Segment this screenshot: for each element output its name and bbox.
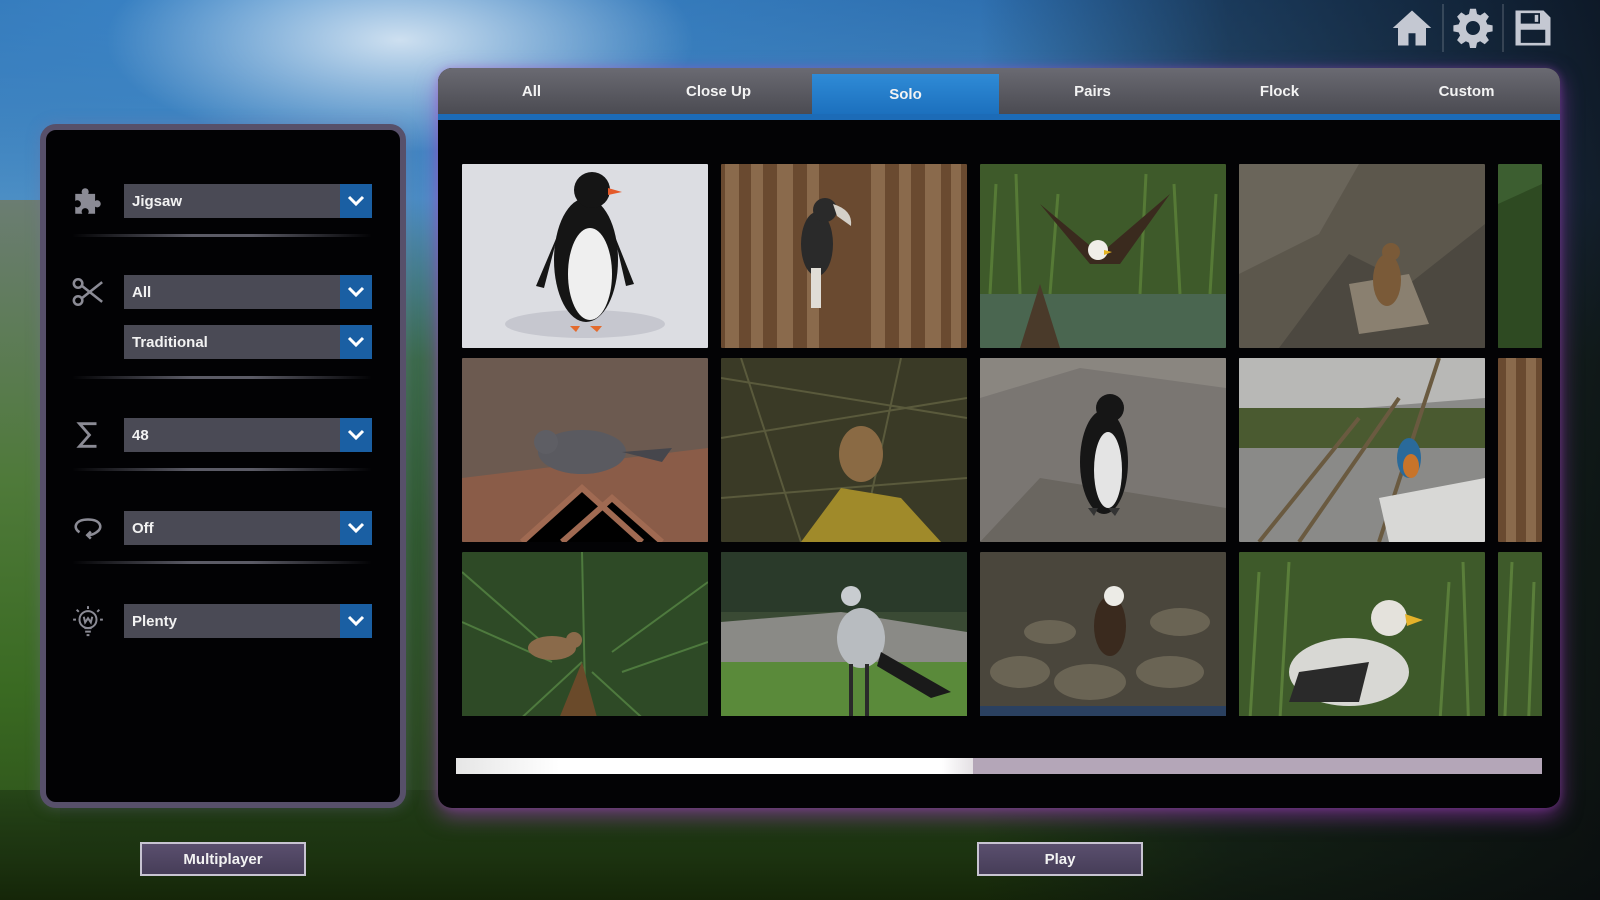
hints-row: Plenty xyxy=(68,604,372,638)
puzzle-grid xyxy=(462,164,1550,716)
tab-solo[interactable]: Solo xyxy=(812,74,999,114)
puzzle-thumbnail-pigeon-on-rock[interactable] xyxy=(462,358,708,542)
puzzle-thumbnail-partial[interactable] xyxy=(1498,164,1542,348)
home-icon xyxy=(1392,10,1432,46)
puzzle-thumbnail-owl-in-branches[interactable] xyxy=(721,358,967,542)
chevron-down-icon xyxy=(340,325,372,359)
multiplayer-button[interactable]: Multiplayer xyxy=(140,842,306,876)
options-panel: Jigsaw All Traditional 48 Off Plenty xyxy=(40,124,406,808)
puzzle-thumbnail-eagle-in-grass[interactable] xyxy=(980,164,1226,348)
tab-pairs[interactable]: Pairs xyxy=(999,68,1186,114)
chevron-down-icon xyxy=(340,418,372,452)
cut-shape-row: Traditional xyxy=(68,325,372,359)
dropdown-value: Jigsaw xyxy=(132,192,183,210)
divider xyxy=(72,561,372,564)
save-button[interactable] xyxy=(1502,4,1562,52)
rotate-icon xyxy=(68,511,108,545)
puzzle-type-dropdown[interactable]: Jigsaw xyxy=(124,184,372,218)
tab-close-up[interactable]: Close Up xyxy=(625,68,812,114)
category-tabs: All Close Up Solo Pairs Flock Custom xyxy=(438,68,1560,120)
chevron-down-icon xyxy=(340,184,372,218)
puzzle-piece-icon xyxy=(68,184,108,218)
scissors-icon xyxy=(68,275,108,309)
top-toolbar xyxy=(1382,4,1562,52)
tab-custom[interactable]: Custom xyxy=(1373,68,1560,114)
divider xyxy=(72,376,372,379)
puzzle-thumbnail-partial[interactable] xyxy=(1498,358,1542,542)
chevron-down-icon xyxy=(340,275,372,309)
puzzle-thumbnail-eagle-on-rocks[interactable] xyxy=(980,552,1226,716)
save-icon xyxy=(1515,10,1551,46)
settings-button[interactable] xyxy=(1442,4,1502,52)
dropdown-value: 48 xyxy=(132,426,149,444)
lightbulb-icon xyxy=(68,604,108,638)
sigma-icon xyxy=(68,418,108,452)
puzzle-thumbnail-vulture-in-grass[interactable] xyxy=(1239,552,1485,716)
dropdown-value: All xyxy=(132,283,152,301)
puzzle-thumbnail-secretary-bird-on-grass[interactable] xyxy=(721,552,967,716)
chevron-down-icon xyxy=(340,604,372,638)
puzzle-thumbnail-hawk-on-rock[interactable] xyxy=(1239,164,1485,348)
home-button[interactable] xyxy=(1382,4,1442,52)
puzzle-thumbnail-penguin-on-snow[interactable] xyxy=(462,164,708,348)
divider xyxy=(72,234,372,237)
puzzle-scrollbar[interactable] xyxy=(456,758,1542,774)
puzzle-thumbnail-hornbill-on-wood[interactable] xyxy=(721,164,967,348)
puzzle-thumbnail-penguin-on-rock[interactable] xyxy=(980,358,1226,542)
puzzle-thumbnail-partial[interactable] xyxy=(1498,552,1542,716)
puzzle-browser: All Close Up Solo Pairs Flock Custom xyxy=(438,68,1560,808)
cut-shape-dropdown[interactable]: Traditional xyxy=(124,325,372,359)
dropdown-value: Plenty xyxy=(132,612,178,630)
tab-all[interactable]: All xyxy=(438,68,625,114)
puzzle-thumbnail-wren-in-pine[interactable] xyxy=(462,552,708,716)
dropdown-value: Off xyxy=(132,519,154,537)
dropdown-value: Traditional xyxy=(132,333,208,351)
rotation-row: Off xyxy=(68,511,372,545)
play-button[interactable]: Play xyxy=(977,842,1143,876)
rotation-dropdown[interactable]: Off xyxy=(124,511,372,545)
hints-dropdown[interactable]: Plenty xyxy=(124,604,372,638)
gear-icon xyxy=(1453,8,1493,48)
cut-style-row: All xyxy=(68,275,372,309)
chevron-down-icon xyxy=(340,511,372,545)
scrollbar-thumb[interactable] xyxy=(456,758,973,774)
tab-flock[interactable]: Flock xyxy=(1186,68,1373,114)
piece-count-row: 48 xyxy=(68,418,372,452)
piece-count-dropdown[interactable]: 48 xyxy=(124,418,372,452)
puzzle-type-row: Jigsaw xyxy=(68,184,372,218)
cut-filter-dropdown[interactable]: All xyxy=(124,275,372,309)
divider xyxy=(72,468,372,471)
puzzle-thumbnail-kingfisher-in-snow[interactable] xyxy=(1239,358,1485,542)
